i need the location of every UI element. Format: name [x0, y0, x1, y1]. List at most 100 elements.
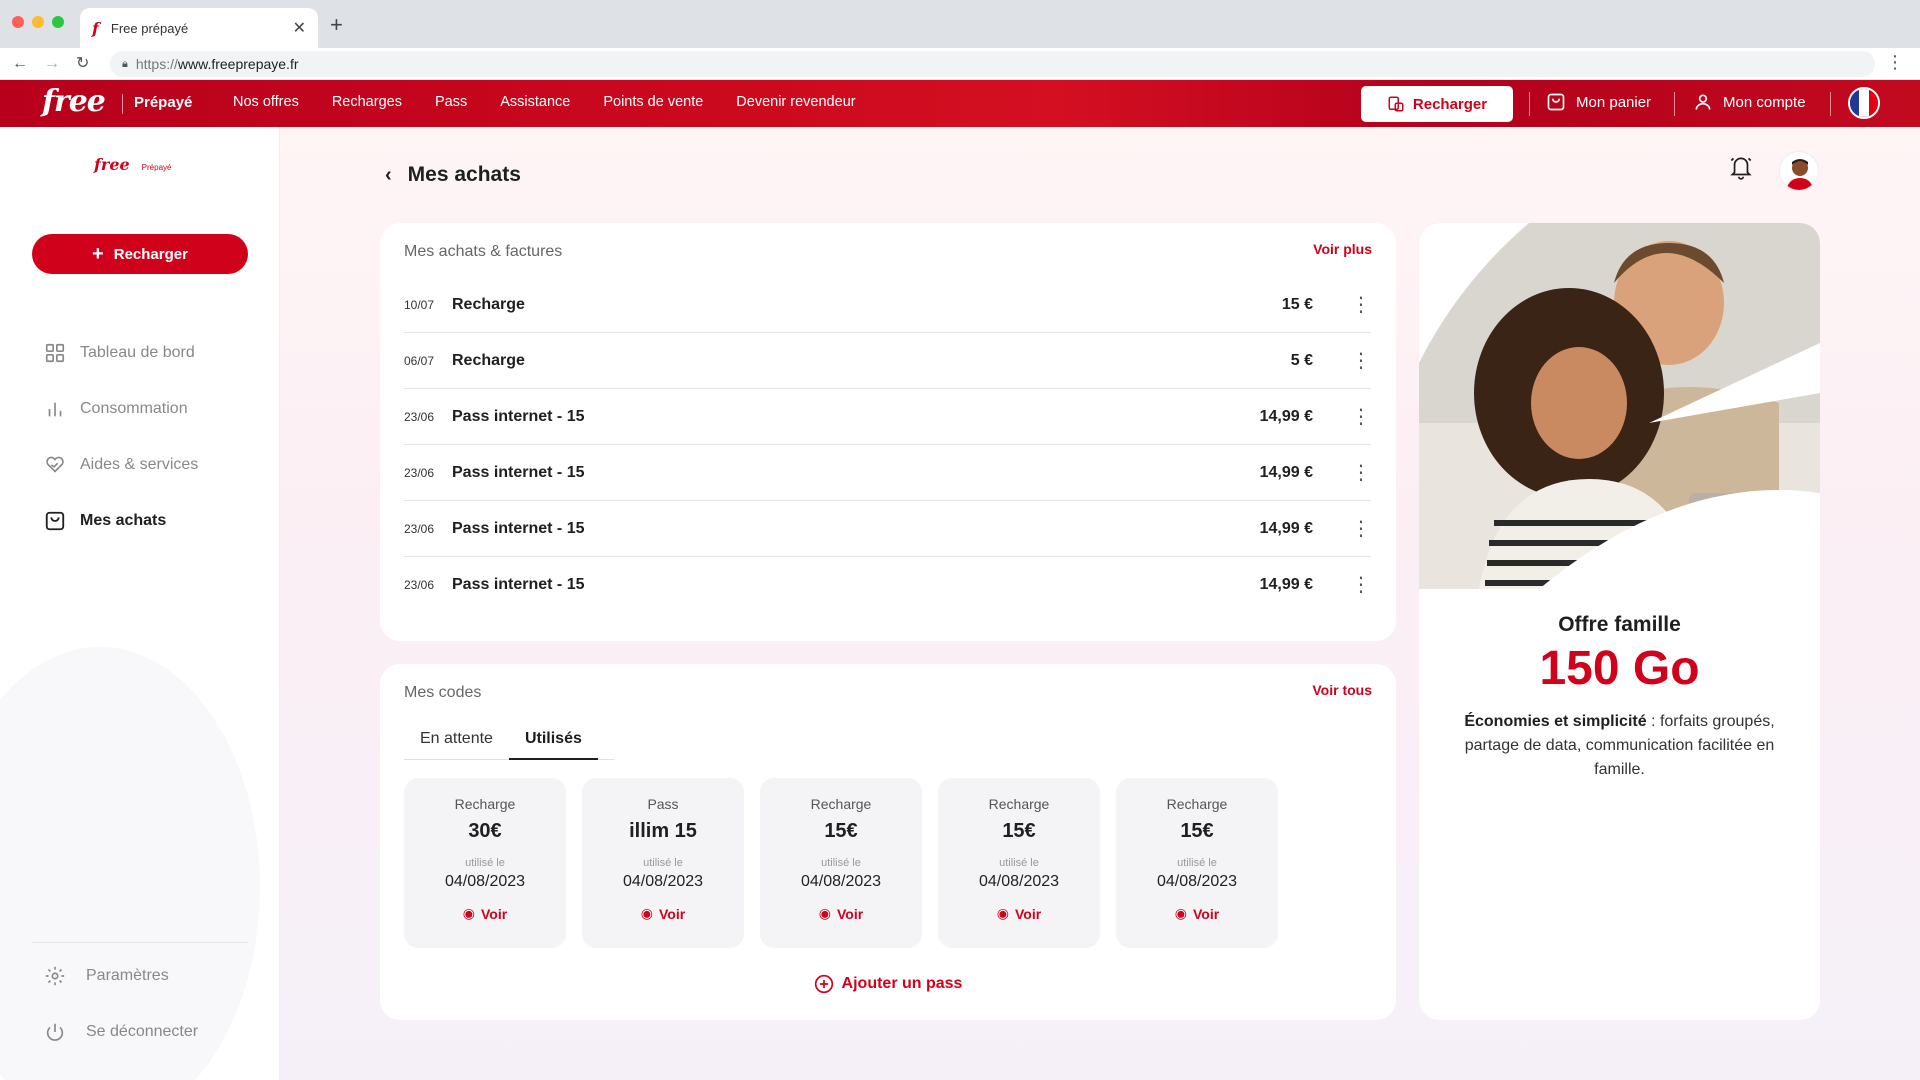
code-card[interactable]: Recharge 15€ utilisé le 04/08/2023 ◉ Voir — [1116, 778, 1278, 948]
purchase-row[interactable]: 23/06 Pass internet - 15 14,99 € ⋮ — [404, 557, 1371, 613]
code-type: Pass — [647, 796, 679, 812]
code-value: illim 15 — [629, 820, 697, 842]
sidebar-item-se-deconnecter[interactable]: Se déconnecter — [44, 1021, 198, 1043]
sidebar-item-label: Mes achats — [80, 512, 167, 529]
more-vertical-icon[interactable]: ⋮ — [1351, 407, 1371, 427]
nav-devenir-revendeur[interactable]: Devenir revendeur — [736, 94, 855, 110]
tab-en-attente[interactable]: En attente — [404, 730, 509, 760]
account-link[interactable]: Mon compte — [1693, 92, 1806, 112]
code-used-label: utilisé le — [465, 857, 505, 869]
purchase-date: 23/06 — [404, 578, 435, 592]
promo-family-image — [1419, 223, 1820, 589]
nav-nos-offres[interactable]: Nos offres — [233, 94, 299, 110]
notification-bell-icon[interactable] — [1728, 153, 1754, 186]
promo-card[interactable]: Offre famille 150 Go Économies et simpli… — [1419, 223, 1820, 1020]
bar-chart-icon — [48, 402, 62, 417]
nav-points-de-vente[interactable]: Points de vente — [603, 94, 703, 110]
sidebar-item-consommation[interactable]: Consommation — [44, 398, 188, 420]
app-area: free Prépayé + Recharger Tableau de bord… — [0, 127, 1920, 1080]
sidebar-recharger-button[interactable]: + Recharger — [32, 234, 248, 274]
purchase-date: 06/07 — [404, 353, 435, 368]
browser-address-bar: ← → ↻ 🔒︎ https://www.freeprepaye.fr ⋮ — [0, 48, 1920, 80]
code-voir-button[interactable]: ◉ Voir — [760, 905, 922, 922]
url-host: www.freeprepaye.fr — [177, 56, 299, 72]
nav-assistance[interactable]: Assistance — [500, 94, 570, 110]
browser-tabbar: f Free prépayé ✕ + — [0, 0, 1920, 48]
power-icon — [46, 1023, 64, 1041]
browser-menu-icon[interactable]: ⋮ — [1886, 52, 1904, 73]
sidebar-item-tableau-de-bord[interactable]: Tableau de bord — [44, 342, 195, 364]
more-vertical-icon[interactable]: ⋮ — [1351, 463, 1371, 483]
code-voir-button[interactable]: ◉ Voir — [404, 905, 566, 922]
close-tab-icon[interactable]: ✕ — [293, 18, 306, 38]
close-window-button[interactable] — [12, 16, 24, 28]
more-vertical-icon[interactable]: ⋮ — [1351, 295, 1371, 315]
codes-tabs: En attente Utilisés — [404, 730, 598, 760]
header-divider — [1830, 92, 1831, 116]
url-input[interactable]: 🔒︎ https://www.freeprepaye.fr — [110, 51, 1875, 77]
sim-card-icon — [1388, 96, 1404, 112]
sidebar-item-mes-achats[interactable]: Mes achats — [44, 510, 166, 532]
heart-hands-icon — [46, 456, 64, 473]
purchase-amount: 14,99 € — [1259, 463, 1313, 481]
purchase-row[interactable]: 10/07 Recharge 15 € ⋮ — [404, 277, 1371, 333]
more-vertical-icon[interactable]: ⋮ — [1351, 351, 1371, 371]
window-controls — [12, 16, 64, 28]
purchase-date: 23/06 — [404, 409, 435, 424]
sidebar-item-label: Consommation — [80, 400, 188, 417]
purchase-label: Pass internet - 15 — [452, 519, 585, 537]
cart-link[interactable]: Mon panier — [1546, 92, 1651, 112]
purchase-label: Pass internet - 15 — [452, 407, 585, 425]
voir-plus-link[interactable]: Voir plus — [1313, 241, 1372, 257]
purchase-row[interactable]: 23/06 Pass internet - 15 14,99 € ⋮ — [404, 501, 1371, 557]
code-card[interactable]: Recharge 30€ utilisé le 04/08/2023 ◉ Voir — [404, 778, 566, 948]
voir-tous-link[interactable]: Voir tous — [1312, 682, 1372, 698]
header-divider — [1674, 92, 1675, 116]
purchase-date: 23/06 — [404, 465, 435, 480]
tab-utilises[interactable]: Utilisés — [508, 730, 598, 760]
avatar[interactable] — [1779, 151, 1819, 191]
purchase-amount: 5 € — [1290, 351, 1313, 369]
language-flag-icon[interactable] — [1848, 87, 1880, 119]
sidebar-item-parametres[interactable]: Paramètres — [44, 965, 169, 987]
reload-icon[interactable]: ↻ — [76, 52, 89, 76]
code-card[interactable]: Pass illim 15 utilisé le 04/08/2023 ◉ Voi… — [582, 778, 744, 948]
new-tab-icon[interactable]: + — [330, 12, 343, 38]
eye-icon: ◉ — [1174, 905, 1187, 921]
sidebar-item-aides-services[interactable]: Aides & services — [44, 454, 198, 476]
purchase-amount: 15 € — [1281, 295, 1313, 313]
code-type: Recharge — [988, 796, 1050, 812]
purchase-label: Recharge — [452, 351, 525, 369]
more-vertical-icon[interactable]: ⋮ — [1351, 519, 1371, 539]
browser-tab[interactable]: f Free prépayé ✕ — [80, 8, 318, 48]
nav-recharges[interactable]: Recharges — [332, 94, 402, 110]
eye-icon: ◉ — [996, 905, 1009, 921]
purchase-row[interactable]: 23/06 Pass internet - 15 14,99 € ⋮ — [404, 389, 1371, 445]
back-chevron-icon[interactable]: ‹ — [385, 164, 392, 187]
code-voir-button[interactable]: ◉ Voir — [1116, 905, 1278, 922]
more-vertical-icon[interactable]: ⋮ — [1351, 575, 1371, 595]
code-card[interactable]: Recharge 15€ utilisé le 04/08/2023 ◉ Voir — [760, 778, 922, 948]
minimize-window-button[interactable] — [32, 16, 44, 28]
code-voir-button[interactable]: ◉ Voir — [938, 905, 1100, 922]
back-arrow-icon[interactable]: ← — [12, 52, 28, 76]
codes-card: Mes codes Voir tous En attente Utilisés … — [380, 664, 1396, 1020]
code-value: 15€ — [1180, 820, 1214, 842]
logo-divider — [122, 94, 123, 114]
code-voir-button[interactable]: ◉ Voir — [582, 905, 744, 922]
header-recharger-button[interactable]: Recharger — [1361, 86, 1513, 122]
code-card[interactable]: Recharge 15€ utilisé le 04/08/2023 ◉ Voir — [938, 778, 1100, 948]
ajouter-pass-button[interactable]: Ajouter un pass — [380, 974, 1396, 994]
purchase-row[interactable]: 23/06 Pass internet - 15 14,99 € ⋮ — [404, 445, 1371, 501]
codes-heading: Mes codes — [404, 684, 482, 701]
forward-arrow-icon[interactable]: → — [44, 52, 60, 76]
purchase-row[interactable]: 06/07 Recharge 5 € ⋮ — [404, 333, 1371, 389]
sidebar-logo[interactable]: free Prépayé — [94, 155, 171, 174]
purchase-amount: 14,99 € — [1259, 407, 1313, 425]
maximize-window-button[interactable] — [52, 16, 64, 28]
header-divider — [1529, 92, 1530, 116]
free-logo[interactable]: free — [42, 84, 106, 119]
sidebar-divider — [32, 942, 248, 943]
sidebar-recharger-label: Recharger — [113, 245, 188, 263]
nav-pass[interactable]: Pass — [435, 94, 467, 110]
